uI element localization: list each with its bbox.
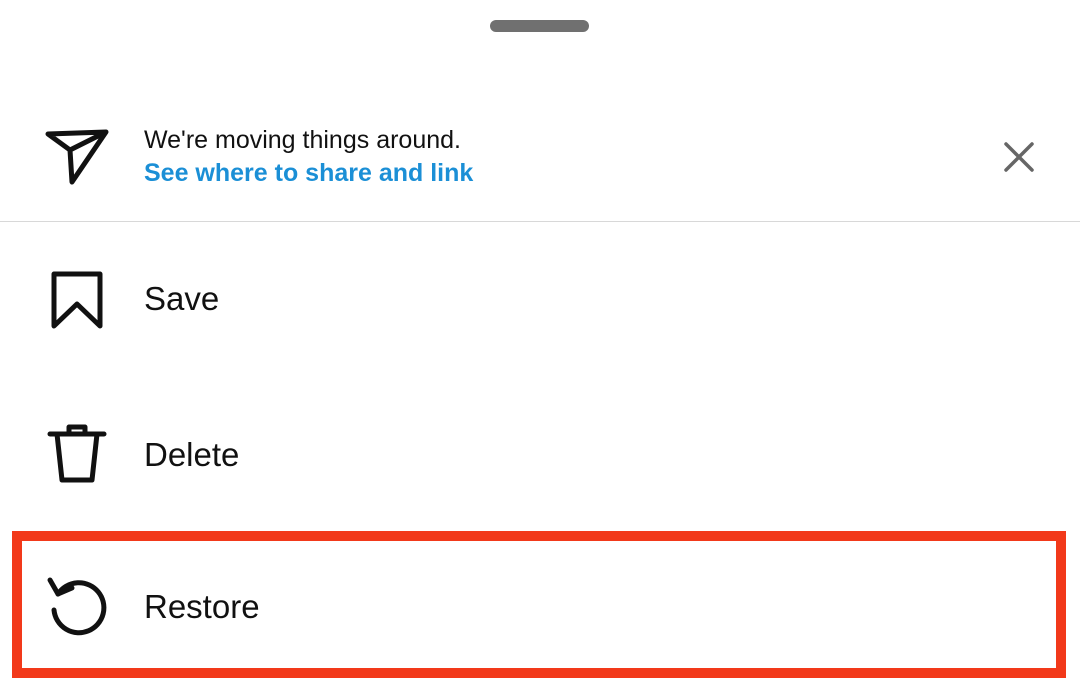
share-notice-banner: We're moving things around. See where to… (0, 100, 1080, 222)
notice-message: We're moving things around. (144, 126, 461, 154)
divider (0, 221, 1080, 222)
trash-icon (44, 420, 110, 486)
drag-handle[interactable] (490, 20, 589, 32)
close-icon[interactable] (998, 136, 1040, 178)
delete-menu-item[interactable]: Delete (0, 390, 1080, 520)
bookmark-icon (44, 268, 110, 334)
paper-plane-icon (44, 126, 110, 186)
delete-label: Delete (144, 436, 240, 473)
bottom-sheet: We're moving things around. See where to… (0, 0, 1080, 690)
notice-text-group: We're moving things around. See where to… (144, 124, 473, 190)
restore-icon (44, 572, 110, 638)
restore-label: Restore (144, 588, 260, 625)
save-label: Save (144, 280, 220, 317)
see-where-to-share-link[interactable]: See where to share and link (144, 156, 473, 190)
restore-menu-item[interactable]: Restore (0, 536, 1080, 664)
save-menu-item[interactable]: Save (0, 236, 1080, 366)
